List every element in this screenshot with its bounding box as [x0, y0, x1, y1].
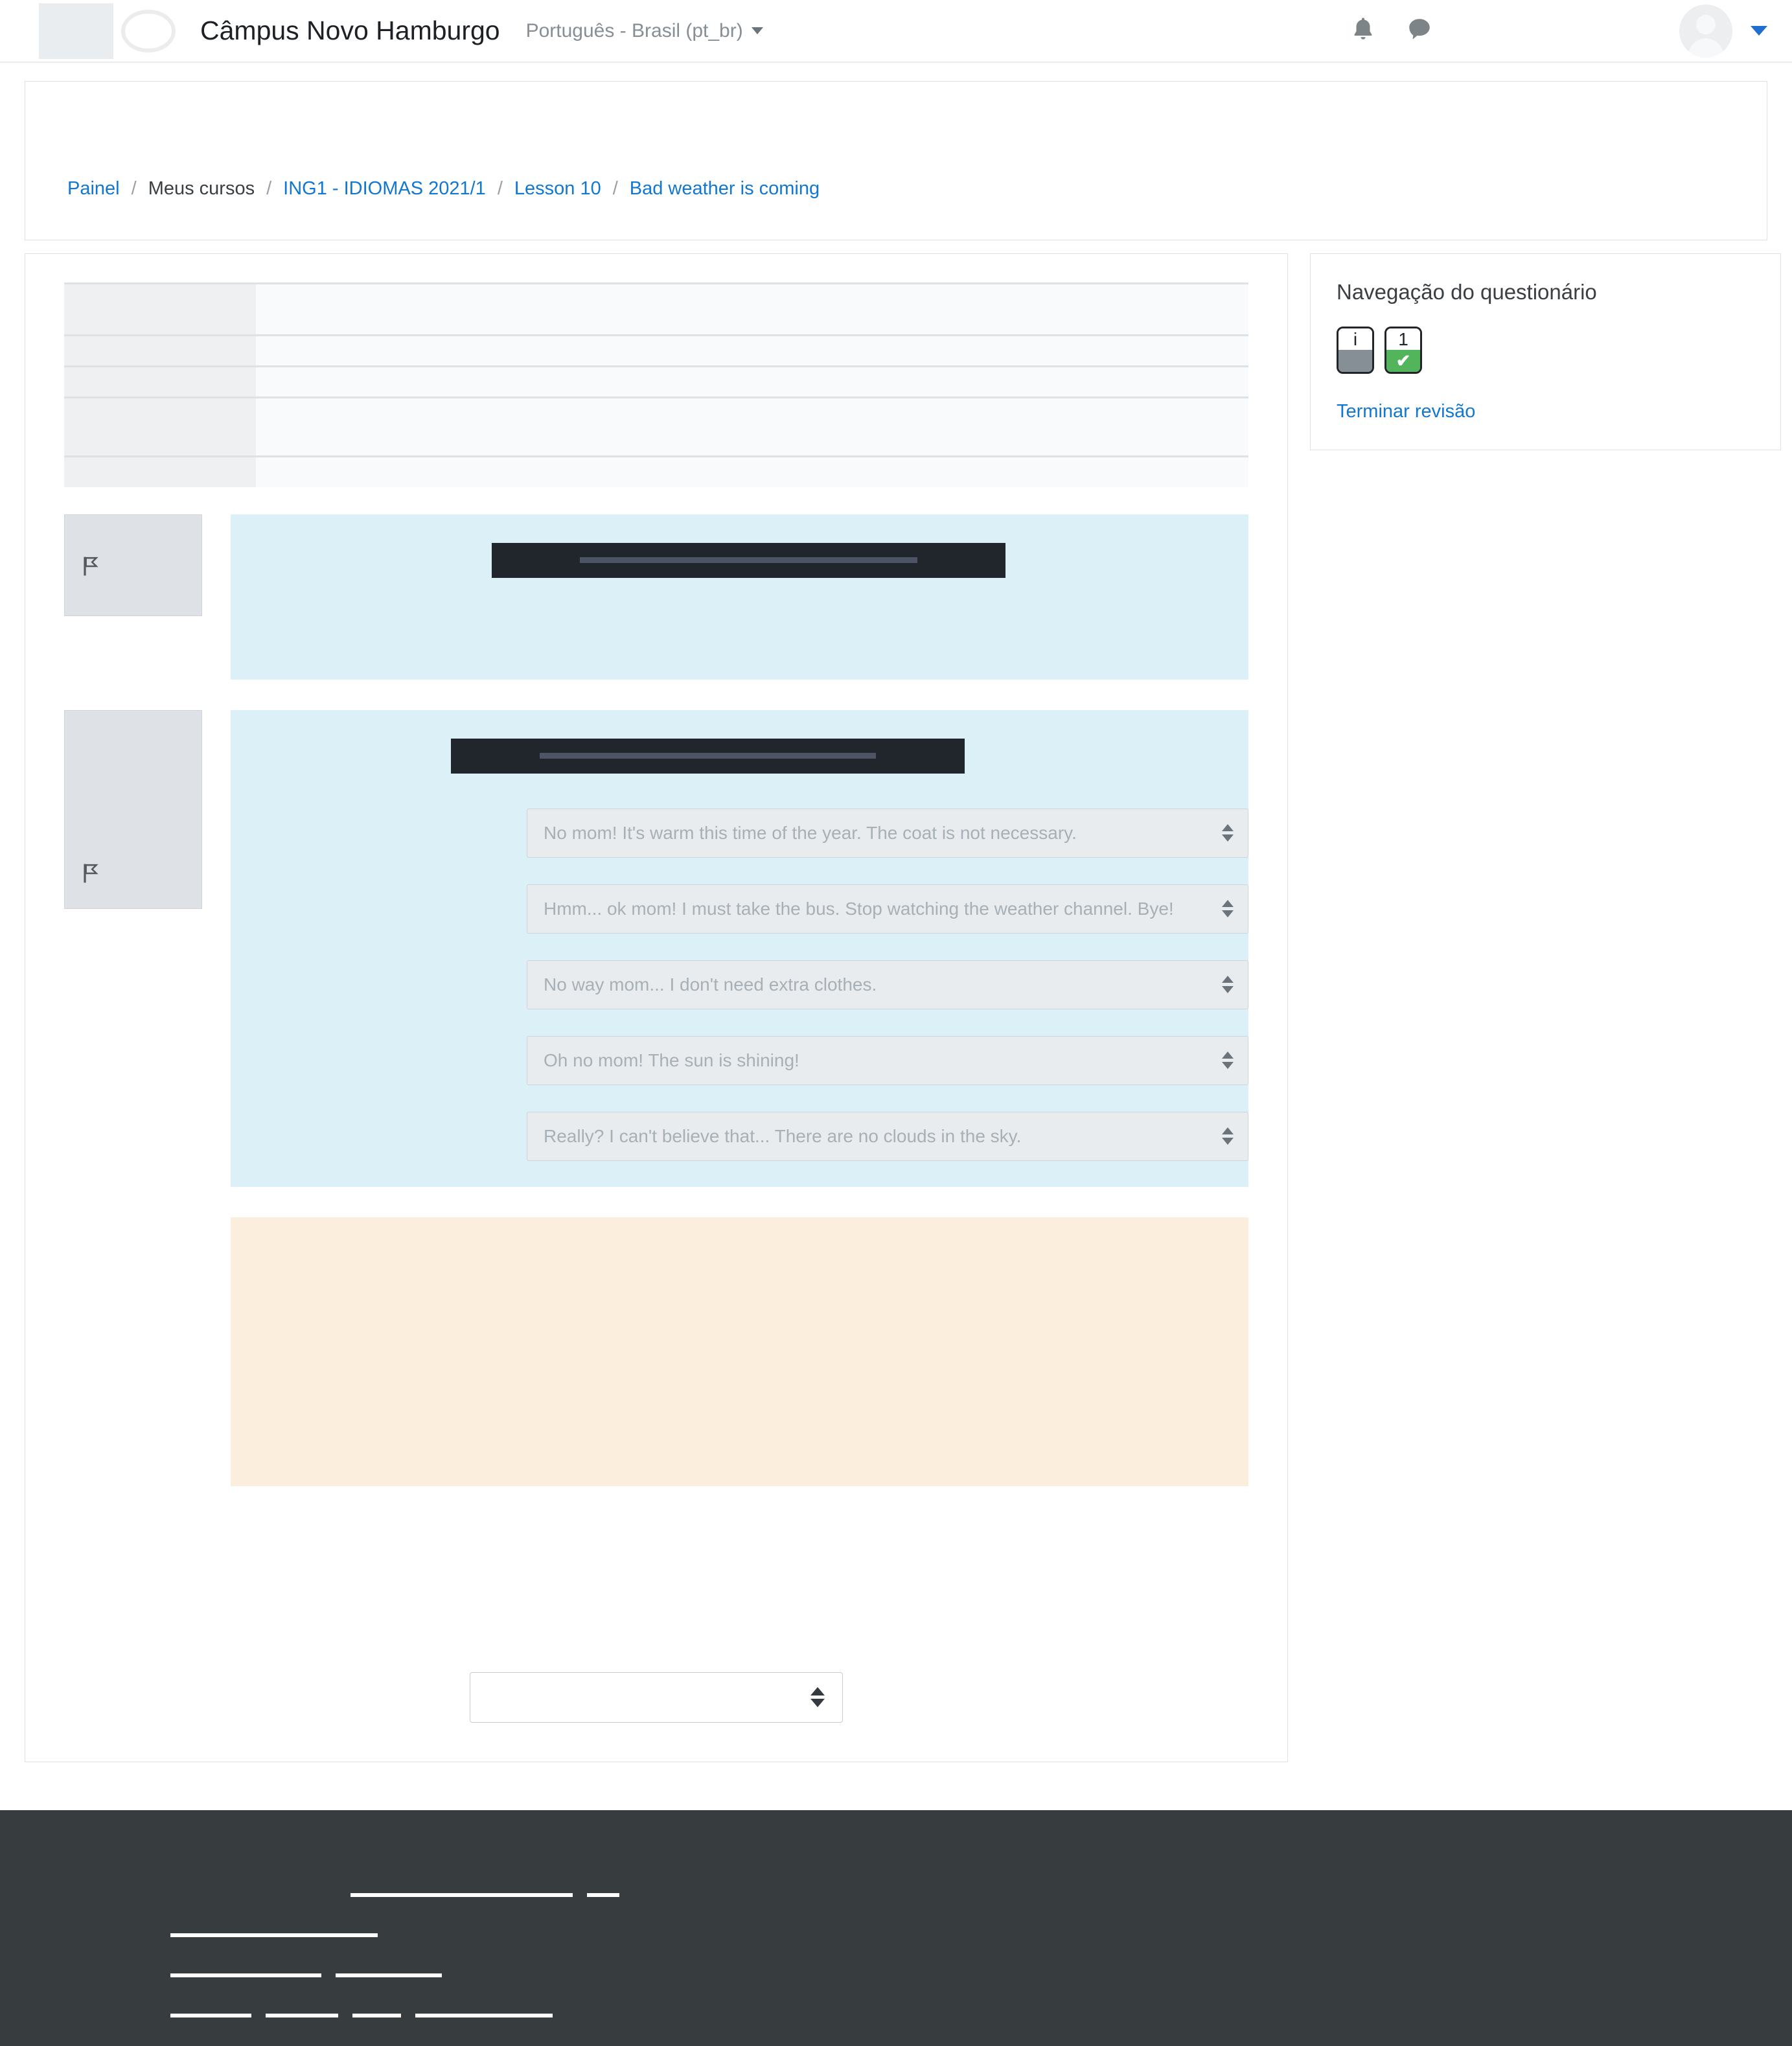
language-menu-label: Português - Brasil (pt_br) — [525, 19, 743, 41]
table-row — [64, 283, 1248, 336]
summary-value — [256, 283, 1248, 336]
site-footer — [0, 1810, 1792, 2046]
breadcrumb-card: Painel / Meus cursos / ING1 - IDIOMAS 20… — [25, 81, 1767, 240]
breadcrumb-item-lesson[interactable]: Lesson 10 — [514, 178, 601, 200]
quiz-nav-button-info[interactable]: i — [1337, 327, 1374, 374]
summary-value — [256, 397, 1248, 457]
summary-key — [64, 283, 256, 336]
question-info-panel — [64, 514, 202, 616]
footer-link[interactable] — [350, 1892, 573, 1897]
answer-select-3-value: No way mom... I don't need extra clothes… — [544, 974, 877, 994]
page-title: Câmpus Novo Hamburgo — [200, 16, 500, 45]
chevron-updown-icon — [1222, 1127, 1234, 1145]
question-block-1: No mom! It's warm this time of the year.… — [64, 709, 1248, 1187]
summary-key — [64, 366, 256, 398]
quiz-navigation-title: Navegação do questionário — [1337, 280, 1597, 304]
footer-row-1 — [0, 1857, 1792, 1897]
footer-row-3 — [0, 1937, 1792, 1977]
finish-review-link[interactable]: Terminar revisão — [1337, 401, 1475, 422]
summary-key — [64, 456, 256, 487]
chevron-updown-icon — [810, 1687, 825, 1707]
flag-icon[interactable] — [82, 556, 98, 580]
answer-select-1-value: No mom! It's warm this time of the year.… — [544, 822, 1077, 843]
breadcrumb-item-quiz[interactable]: Bad weather is coming — [630, 178, 820, 200]
logo-watermark-icon — [113, 3, 191, 59]
quiz-finish-select[interactable] — [470, 1672, 843, 1723]
answer-select-5-value: Really? I can't believe that... There ar… — [544, 1125, 1022, 1146]
quiz-nav-button-1-label: 1 — [1386, 328, 1420, 350]
question-body: No mom! It's warm this time of the year.… — [231, 709, 1248, 1187]
table-row — [64, 397, 1248, 457]
footer-row-4 — [0, 1977, 1792, 2017]
message-bubble-icon[interactable] — [1406, 15, 1433, 47]
footer-row-2 — [0, 1897, 1792, 1937]
attempt-summary-table — [64, 282, 1248, 487]
avatar[interactable] — [1679, 4, 1732, 58]
breadcrumb: Painel / Meus cursos / ING1 - IDIOMAS 20… — [67, 178, 820, 200]
answer-select-2[interactable]: Hmm... ok mom! I must take the bus. Stop… — [527, 884, 1248, 934]
bell-icon[interactable] — [1350, 14, 1377, 47]
quiz-nav-button-1[interactable]: 1 ✔ — [1384, 327, 1422, 374]
breadcrumb-separator: / — [266, 178, 272, 199]
answer-select-2-value: Hmm... ok mom! I must take the bus. Stop… — [544, 898, 1174, 919]
chevron-updown-icon — [1222, 1052, 1234, 1069]
table-row — [64, 366, 1248, 398]
footer-link[interactable] — [587, 1892, 619, 1897]
breadcrumb-separator: / — [131, 178, 137, 199]
answer-select-3[interactable]: No way mom... I don't need extra clothes… — [527, 960, 1248, 1009]
language-menu[interactable]: Português - Brasil (pt_br) — [526, 20, 763, 42]
quiz-nav-button-info-label: i — [1338, 328, 1372, 350]
table-row — [64, 335, 1248, 367]
footer-link[interactable] — [170, 1973, 321, 1977]
breadcrumb-separator: / — [612, 178, 618, 199]
chevron-updown-icon — [1222, 824, 1234, 842]
flag-icon[interactable] — [82, 863, 98, 887]
answer-select-4-value: Oh no mom! The sun is shining! — [544, 1050, 799, 1070]
footer-link[interactable] — [336, 1973, 442, 1977]
chevron-updown-icon — [1222, 976, 1234, 993]
institution-logo[interactable] — [39, 3, 113, 59]
summary-value — [256, 366, 1248, 398]
footer-link[interactable] — [170, 1933, 378, 1937]
breadcrumb-item-painel[interactable]: Painel — [67, 178, 120, 200]
quiz-nav-state-correct: ✔ — [1386, 350, 1420, 372]
breadcrumb-item-meus-cursos[interactable]: Meus cursos — [148, 178, 255, 200]
summary-value — [256, 456, 1248, 487]
summary-key — [64, 335, 256, 367]
chevron-down-icon — [751, 27, 763, 34]
user-menu-chevron-down-icon[interactable] — [1751, 26, 1767, 36]
redacted-question-text — [451, 738, 965, 774]
page-body: Painel / Meus cursos / ING1 - IDIOMAS 20… — [0, 63, 1792, 1762]
answer-dropdown-list: No mom! It's warm this time of the year.… — [231, 808, 1248, 1161]
quiz-navigation-panel: Navegação do questionário i 1 ✔ Terminar… — [1310, 253, 1781, 450]
answer-select-4[interactable]: Oh no mom! The sun is shining! — [527, 1035, 1248, 1085]
feedback-row — [64, 1217, 1248, 1486]
top-navbar: Câmpus Novo Hamburgo Português - Brasil … — [0, 0, 1792, 63]
summary-value — [256, 335, 1248, 367]
quiz-review-card: No mom! It's warm this time of the year.… — [25, 253, 1288, 1762]
footer-link[interactable] — [352, 2013, 401, 2017]
question-body — [231, 514, 1248, 680]
summary-key — [64, 397, 256, 457]
question-block-info — [64, 514, 1248, 680]
question-info-panel — [64, 709, 202, 909]
footer-link[interactable] — [415, 2013, 553, 2017]
footer-link[interactable] — [170, 2013, 251, 2017]
breadcrumb-separator: / — [497, 178, 503, 199]
breadcrumb-item-course[interactable]: ING1 - IDIOMAS 2021/1 — [283, 178, 486, 200]
chevron-updown-icon — [1222, 900, 1234, 917]
feedback-block — [231, 1217, 1248, 1486]
quiz-navigation-buttons: i 1 ✔ — [1337, 327, 1754, 374]
footer-link[interactable] — [266, 2013, 338, 2017]
check-icon: ✔ — [1396, 351, 1411, 371]
finish-select-row — [64, 1672, 1248, 1723]
answer-select-1[interactable]: No mom! It's warm this time of the year.… — [527, 808, 1248, 858]
table-row — [64, 456, 1248, 487]
quiz-nav-state-grey — [1338, 350, 1372, 372]
redacted-question-text — [492, 542, 1005, 578]
answer-select-5[interactable]: Really? I can't believe that... There ar… — [527, 1111, 1248, 1161]
